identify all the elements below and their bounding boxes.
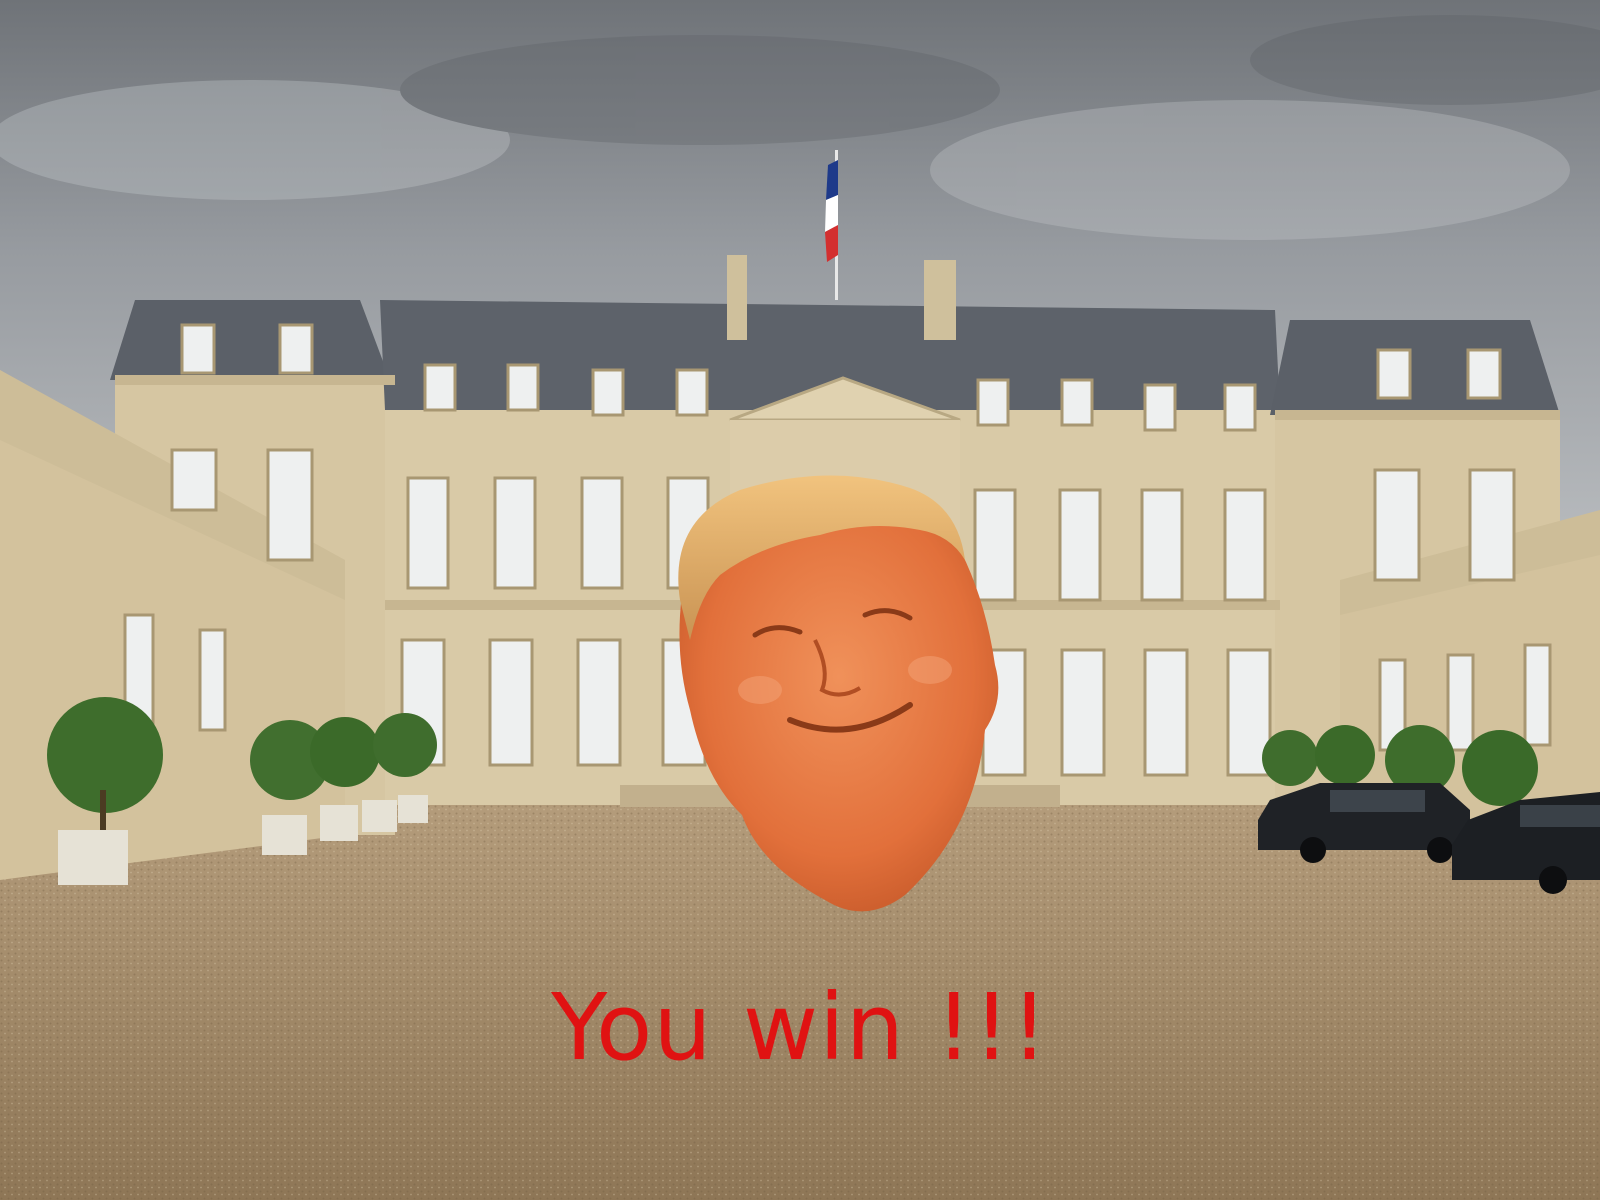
win-message: You win !!! [551,974,1049,1081]
game-screen: You win !!! [0,0,1600,1200]
